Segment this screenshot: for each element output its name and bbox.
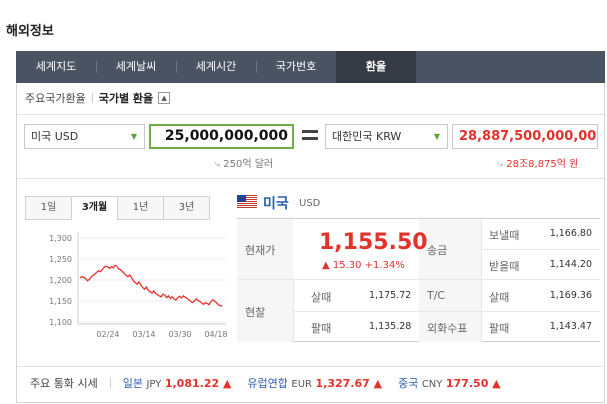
tab-exchange-rate[interactable]: 환율 (336, 51, 416, 83)
ticker-code: CNY (421, 379, 443, 390)
to-currency-select[interactable]: 대한민국 KRW ▼ (325, 124, 448, 149)
country-name: 미국 (263, 196, 289, 212)
x-tick-label: 04/18 (204, 330, 227, 339)
x-tick-label: 03/14 (132, 330, 155, 339)
ticker-code: EUR (291, 379, 312, 390)
ticker-item-jpy[interactable]: 일본 JPY 1,081.22 ▲ (123, 375, 232, 391)
from-amount-input[interactable]: 25,000,000,000 (149, 124, 294, 149)
ticker-item-eur[interactable]: 유럽연합 EUR 1,327.67 ▲ (247, 375, 382, 391)
to-currency-value: 대한민국 KRW (332, 130, 402, 143)
y-tick-label: 1,150 (49, 297, 72, 306)
to-amount-note: ⤷ 28조8,875억 원 (498, 155, 578, 170)
to-note-text: 28조8,875억 원 (506, 159, 579, 170)
check-sell-label: 팔때 (489, 322, 510, 335)
current-price-label: 현재가 (245, 244, 276, 257)
divider (17, 366, 604, 367)
cash-sell-label: 팔때 (311, 322, 332, 335)
divider (481, 249, 600, 250)
country-currency-code: USD (299, 198, 321, 209)
divider (109, 378, 111, 388)
subnav: 주요국가환율 국가별 환율 ▲ (25, 90, 171, 106)
arrow-icon: ⤷ (215, 160, 221, 170)
rate-series-line (79, 264, 223, 307)
subnav-country-rates[interactable]: 국가별 환율 (99, 90, 153, 106)
ticker-price: 1,081.22 ▲ (164, 377, 232, 390)
main-tabs: 세계지도 세계날씨 세계시간 국가번호 환율 (16, 51, 605, 83)
period-tab-3m[interactable]: 3개월 (71, 196, 118, 220)
remit-label: 송금 (427, 244, 448, 257)
price-change: ▲ 15.30 +1.34% (322, 260, 405, 271)
from-currency-select[interactable]: 미국 USD ▼ (24, 124, 145, 149)
y-tick-label: 1,100 (49, 318, 72, 327)
check-sell-value: 1,143.47 (549, 321, 592, 332)
ticker-code: JPY (146, 379, 162, 390)
to-amount-output[interactable]: 28,887,500,000,000. (452, 124, 598, 149)
page-title: 해외정보 (6, 24, 54, 39)
currency-ticker: 주요 통화 시세 일본 JPY 1,081.22 ▲ 유럽연합 EUR 1,32… (30, 375, 517, 391)
period-tab-3y[interactable]: 3년 (163, 196, 210, 220)
divider (293, 279, 294, 342)
collapse-icon[interactable]: ▲ (158, 92, 171, 104)
cash-label: 현찰 (245, 306, 266, 319)
period-tab-1y[interactable]: 1년 (117, 196, 164, 220)
from-currency-value: 미국 USD (31, 130, 79, 143)
ticker-price: 177.50 ▲ (445, 377, 501, 390)
tc-buy-value: 1,169.36 (549, 290, 592, 301)
divider (293, 311, 600, 312)
equals-icon (302, 130, 318, 140)
cash-sell-value: 1,135.28 (369, 321, 412, 332)
from-amount-note: ⤷ 250억 달러 (215, 155, 273, 170)
period-tab-1d[interactable]: 1일 (25, 196, 72, 220)
tab-world-map[interactable]: 세계지도 (16, 51, 96, 83)
ticker-price: 1,327.67 ▲ (315, 377, 383, 390)
ticker-item-cny[interactable]: 중국 CNY 177.50 ▲ (398, 375, 501, 391)
rate-line-chart: 1,300 1,250 1,200 1,150 1,100 02/24 03/14 03/30… (49, 232, 228, 339)
send-label: 보낼때 (489, 229, 520, 242)
y-tick-label: 1,250 (49, 255, 72, 264)
tc-label: T/C (427, 289, 446, 302)
rate-table: 현재가 1,155.50 ▲ 15.30 +1.34% 송금 보낼때 1,166… (237, 218, 600, 342)
receive-value: 1,144.20 (549, 259, 592, 270)
us-flag-icon (237, 195, 257, 208)
divider (91, 93, 93, 103)
cash-buy-label: 살때 (311, 291, 332, 304)
divider (237, 279, 600, 280)
tab-country-code[interactable]: 국가번호 (256, 51, 336, 83)
period-tabs: 1일 3개월 1년 3년 (25, 196, 210, 220)
cash-buy-value: 1,175.72 (369, 290, 412, 301)
tab-world-weather[interactable]: 세계날씨 (96, 51, 176, 83)
dropdown-arrow-icon: ▼ (130, 132, 137, 141)
subnav-major-rates[interactable]: 주요국가환율 (25, 90, 86, 106)
label-column-bg (237, 219, 293, 342)
from-note-text: 250억 달러 (223, 159, 274, 170)
ticker-country: 유럽연합 (247, 377, 288, 390)
receive-label: 받을때 (489, 260, 520, 273)
x-tick-label: 03/30 (168, 330, 191, 339)
divider (481, 219, 482, 342)
y-tick-label: 1,300 (49, 234, 72, 243)
tc-buy-label: 살때 (489, 291, 510, 304)
ticker-heading: 주요 통화 시세 (30, 377, 98, 390)
arrow-icon: ⤷ (498, 160, 504, 170)
ticker-country: 중국 (398, 377, 419, 390)
send-value: 1,166.80 (549, 228, 592, 239)
check-label: 외화수표 (427, 322, 468, 335)
ticker-country: 일본 (122, 377, 143, 390)
divider (17, 114, 604, 115)
x-tick-label: 02/24 (96, 330, 119, 339)
y-tick-label: 1,200 (49, 276, 72, 285)
dropdown-arrow-icon: ▼ (433, 132, 440, 141)
tab-world-time[interactable]: 세계시간 (176, 51, 256, 83)
current-price-value: 1,155.50 (319, 230, 428, 255)
divider (17, 178, 604, 179)
